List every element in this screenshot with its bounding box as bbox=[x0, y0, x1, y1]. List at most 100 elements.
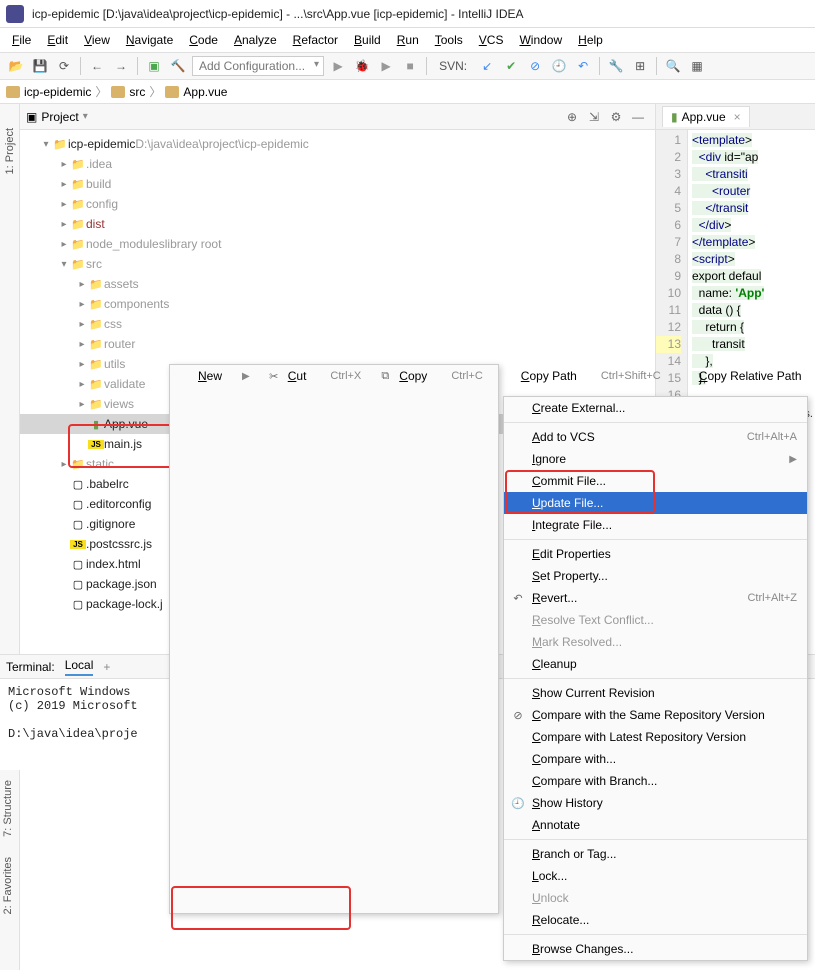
menu-item-branch-or-tag-[interactable]: Branch or Tag... bbox=[504, 843, 807, 865]
menu-item-compare-with-branch-[interactable]: Compare with Branch... bbox=[504, 770, 807, 792]
run-config-icon[interactable]: ▣ bbox=[144, 56, 164, 76]
window-title: icp-epidemic [D:\java\idea\project\icp-e… bbox=[32, 7, 524, 21]
hide-icon[interactable]: — bbox=[627, 110, 649, 124]
menu-item-ignore[interactable]: Ignore▶ bbox=[504, 448, 807, 470]
bottom-rails: 7: Structure 2: Favorites bbox=[0, 770, 20, 970]
svn-compare-icon[interactable]: ⊘ bbox=[525, 56, 545, 76]
menu-item-lock-[interactable]: Lock... bbox=[504, 865, 807, 887]
terminal-add-icon[interactable]: + bbox=[103, 660, 110, 674]
save-icon[interactable]: 💾 bbox=[30, 56, 50, 76]
menu-code[interactable]: Code bbox=[181, 31, 226, 49]
toolbar: 📂 💾 ⟳ ← → ▣ 🔨 Add Configuration... ▶ 🐞 ▶… bbox=[0, 52, 815, 80]
menu-item-mark-resolved-[interactable]: Mark Resolved... bbox=[504, 631, 807, 653]
menu-item-copy-relative-path[interactable]: Copy Relative PathCtrl+Alt+Shift+C bbox=[671, 365, 815, 387]
context-menu-subversion[interactable]: Create External... Add to VCSCtrl+Alt+AIg… bbox=[503, 396, 808, 961]
tree-item-.idea[interactable]: ▸📁 .idea bbox=[20, 154, 655, 174]
refresh-icon[interactable]: ⟳ bbox=[54, 56, 74, 76]
tree-item-components[interactable]: ▸📁 components bbox=[20, 294, 655, 314]
menu-item-compare-with-[interactable]: Compare with... bbox=[504, 748, 807, 770]
build-icon[interactable]: 🔨 bbox=[168, 56, 188, 76]
collapse-icon[interactable]: ⇲ bbox=[583, 110, 605, 124]
tree-item-css[interactable]: ▸📁 css bbox=[20, 314, 655, 334]
locate-icon[interactable]: ⊕ bbox=[561, 110, 583, 124]
editor-tab-label: App.vue bbox=[682, 110, 726, 124]
menu-navigate[interactable]: Navigate bbox=[118, 31, 181, 49]
editor-tab-appvue[interactable]: ▮ App.vue × bbox=[662, 106, 750, 127]
tree-item-config[interactable]: ▸📁 config bbox=[20, 194, 655, 214]
run-icon[interactable]: ▶ bbox=[328, 56, 348, 76]
menu-item-add-to-vcs[interactable]: Add to VCSCtrl+Alt+A bbox=[504, 426, 807, 448]
menu-item-show-history[interactable]: 🕘Show History bbox=[504, 792, 807, 814]
menu-item-integrate-file-[interactable]: Integrate File... bbox=[504, 514, 807, 536]
menu-item-set-property-[interactable]: Set Property... bbox=[504, 565, 807, 587]
close-icon[interactable]: × bbox=[734, 110, 741, 124]
menu-item-compare-with-latest-repository-version[interactable]: Compare with Latest Repository Version bbox=[504, 726, 807, 748]
rail-favorites[interactable]: 2: Favorites bbox=[0, 847, 16, 924]
menu-edit[interactable]: Edit bbox=[39, 31, 76, 49]
terminal-tab-local[interactable]: Local bbox=[65, 658, 94, 676]
layout-icon[interactable]: ▦ bbox=[687, 56, 707, 76]
menu-file[interactable]: File bbox=[4, 31, 39, 49]
svn-update-icon[interactable]: ↙ bbox=[477, 56, 497, 76]
menu-item-annotate[interactable]: Annotate bbox=[504, 814, 807, 836]
stop-icon[interactable]: ■ bbox=[400, 56, 420, 76]
gear-icon[interactable]: ⚙ bbox=[605, 110, 627, 124]
tree-item-build[interactable]: ▸📁 build bbox=[20, 174, 655, 194]
menu-item-show-current-revision[interactable]: Show Current Revision bbox=[504, 682, 807, 704]
menu-help[interactable]: Help bbox=[570, 31, 611, 49]
run-config-select[interactable]: Add Configuration... bbox=[192, 56, 324, 76]
menu-refactor[interactable]: Refactor bbox=[285, 31, 346, 49]
project-header: ▣Project▾ ⊕ ⇲ ⚙ — bbox=[20, 104, 655, 130]
tree-item-src[interactable]: ▾📁 src bbox=[20, 254, 655, 274]
breadcrumb-item[interactable]: icp-epidemic bbox=[24, 85, 91, 99]
breadcrumb: icp-epidemic〉src〉App.vue bbox=[0, 80, 815, 104]
tree-item-node_modules[interactable]: ▸📁 node_modules library root bbox=[20, 234, 655, 254]
tree-item-assets[interactable]: ▸📁 assets bbox=[20, 274, 655, 294]
menu-item-copy[interactable]: ⧉CopyCtrl+C bbox=[371, 365, 493, 387]
menu-item-resolve-text-conflict-[interactable]: Resolve Text Conflict... bbox=[504, 609, 807, 631]
search-icon[interactable]: 🔍 bbox=[663, 56, 683, 76]
terminal-label: Terminal: bbox=[6, 660, 55, 674]
tree-item-icp-epidemic[interactable]: ▾📁 icp-epidemic D:\java\idea\project\icp… bbox=[20, 134, 655, 154]
menu-window[interactable]: Window bbox=[511, 31, 570, 49]
menu-build[interactable]: Build bbox=[346, 31, 389, 49]
menu-item-update-file-[interactable]: Update File... bbox=[504, 492, 807, 514]
menu-item-browse-changes-[interactable]: Browse Changes... bbox=[504, 938, 807, 960]
rail-structure[interactable]: 7: Structure bbox=[0, 770, 16, 847]
menu-item-create-external-[interactable]: Create External... bbox=[504, 397, 807, 419]
menu-vcs[interactable]: VCS bbox=[471, 31, 512, 49]
open-icon[interactable]: 📂 bbox=[6, 56, 26, 76]
tree-item-router[interactable]: ▸📁 router bbox=[20, 334, 655, 354]
menu-item-cut[interactable]: ✂CutCtrl+X bbox=[260, 365, 372, 387]
svn-revert-icon[interactable]: ↶ bbox=[573, 56, 593, 76]
breadcrumb-item[interactable]: App.vue bbox=[183, 85, 227, 99]
breadcrumb-item[interactable]: src bbox=[129, 85, 145, 99]
menu-view[interactable]: View bbox=[76, 31, 118, 49]
settings-icon[interactable]: 🔧 bbox=[606, 56, 626, 76]
menu-run[interactable]: Run bbox=[389, 31, 427, 49]
structure-icon[interactable]: ⊞ bbox=[630, 56, 650, 76]
menu-item-commit-file-[interactable]: Commit File... bbox=[504, 470, 807, 492]
editor-tabs: ▮ App.vue × bbox=[656, 104, 815, 130]
menu-item-compare-with-the-same-repository-version[interactable]: ⊘Compare with the Same Repository Versio… bbox=[504, 704, 807, 726]
context-menu-main[interactable]: New▶✂CutCtrl+X⧉CopyCtrl+CCopy PathCtrl+S… bbox=[169, 364, 499, 914]
menu-item-revert-[interactable]: ↶Revert...Ctrl+Alt+Z bbox=[504, 587, 807, 609]
forward-icon[interactable]: → bbox=[111, 56, 131, 76]
menu-item-unlock[interactable]: Unlock bbox=[504, 887, 807, 909]
titlebar: icp-epidemic [D:\java\idea\project\icp-e… bbox=[0, 0, 815, 28]
debug-icon[interactable]: 🐞 bbox=[352, 56, 372, 76]
menu-item-edit-properties[interactable]: Edit Properties bbox=[504, 543, 807, 565]
menu-tools[interactable]: Tools bbox=[427, 31, 471, 49]
project-header-label[interactable]: ▣Project▾ bbox=[26, 110, 561, 124]
menu-item-copy-path[interactable]: Copy PathCtrl+Shift+C bbox=[493, 365, 671, 387]
tree-item-dist[interactable]: ▸📁 dist bbox=[20, 214, 655, 234]
menu-item-new[interactable]: New▶ bbox=[170, 365, 260, 387]
menu-analyze[interactable]: Analyze bbox=[226, 31, 285, 49]
svn-commit-icon[interactable]: ✔ bbox=[501, 56, 521, 76]
svn-history-icon[interactable]: 🕘 bbox=[549, 56, 569, 76]
rail-project[interactable]: 1: Project bbox=[4, 124, 16, 178]
menu-item-cleanup[interactable]: Cleanup bbox=[504, 653, 807, 675]
coverage-icon[interactable]: ▶ bbox=[376, 56, 396, 76]
back-icon[interactable]: ← bbox=[87, 56, 107, 76]
menu-item-relocate-[interactable]: Relocate... bbox=[504, 909, 807, 931]
